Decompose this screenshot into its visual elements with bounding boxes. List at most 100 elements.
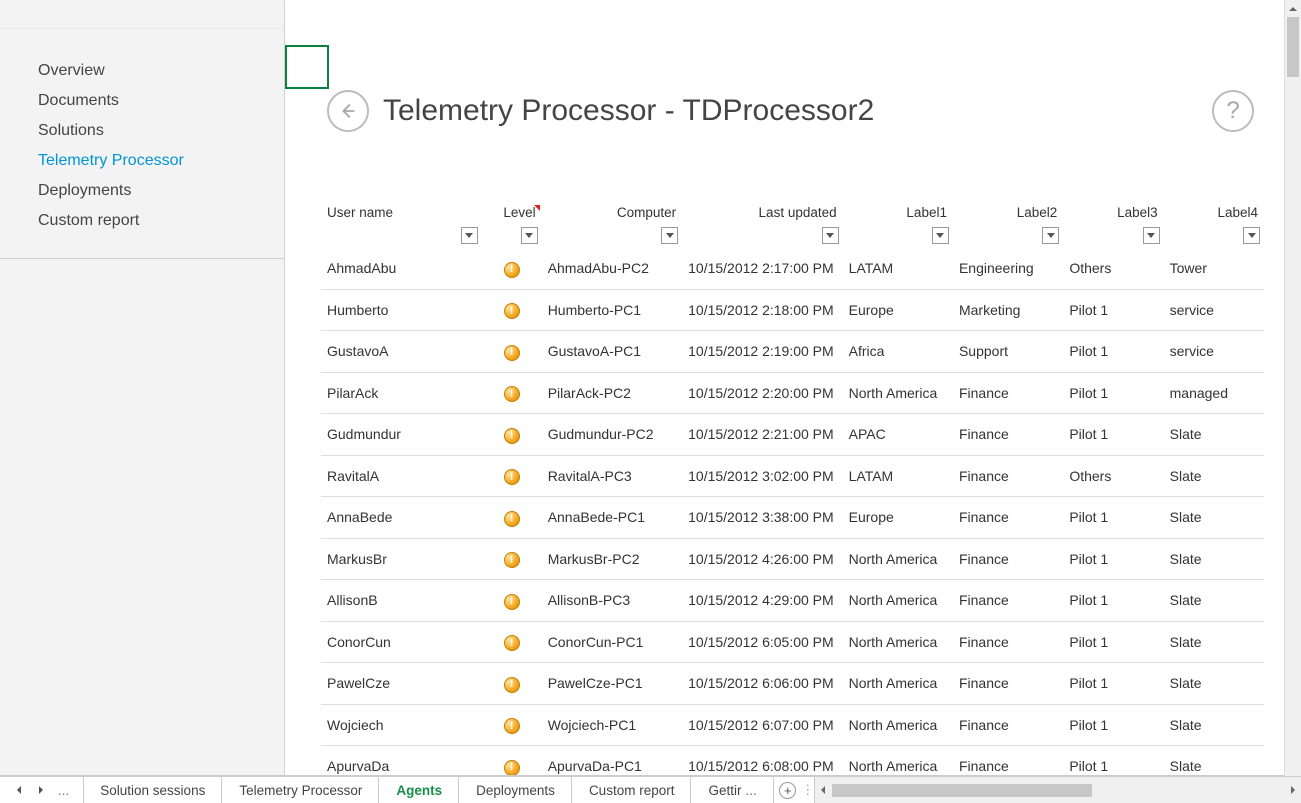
table-row[interactable]: ConorCunConorCun-PC110/15/2012 6:05:00 P…: [321, 621, 1264, 663]
sheet-tab-agents[interactable]: Agents: [379, 776, 459, 803]
cell-label3: Pilot 1: [1063, 621, 1163, 663]
cell-label1: North America: [843, 538, 953, 580]
help-button[interactable]: ?: [1212, 90, 1254, 132]
outer-scrollbar-thumb[interactable]: [1287, 17, 1299, 77]
col-header-computer: Computer: [542, 205, 682, 248]
table-row[interactable]: RavitalARavitalA-PC310/15/2012 3:02:00 P…: [321, 455, 1264, 497]
warning-icon: [504, 677, 520, 693]
col-header-username-label: User name: [327, 205, 393, 220]
cell-level: [482, 746, 542, 776]
hscroll-right-button[interactable]: [1284, 777, 1301, 803]
data-table-wrap: User name Level Computer Last updated La…: [321, 205, 1264, 775]
cell-level: [482, 663, 542, 705]
content-pane: Telemetry Processor - TDProcessor2 ?: [285, 0, 1301, 775]
tab-nav-controls: ...: [0, 777, 83, 803]
warning-icon: [504, 469, 520, 485]
cell-level: [482, 704, 542, 746]
cell-label2: Finance: [953, 621, 1063, 663]
table-row[interactable]: AnnaBedeAnnaBede-PC110/15/2012 3:38:00 P…: [321, 497, 1264, 539]
cell-label4: Slate: [1164, 497, 1264, 539]
sidebar: OverviewDocumentsSolutionsTelemetry Proc…: [0, 0, 285, 775]
sidebar-item-overview[interactable]: Overview: [0, 56, 284, 86]
cell-username: ApurvaDa: [321, 746, 482, 776]
main-area: OverviewDocumentsSolutionsTelemetry Proc…: [0, 0, 1301, 776]
cell-last-updated: 10/15/2012 2:20:00 PM: [682, 372, 843, 414]
cell-computer: ConorCun-PC1: [542, 621, 682, 663]
hscroll-thumb[interactable]: [832, 784, 1092, 797]
cell-computer: AhmadAbu-PC2: [542, 248, 682, 289]
cell-last-updated: 10/15/2012 6:08:00 PM: [682, 746, 843, 776]
selected-cell-outline[interactable]: [285, 45, 329, 89]
cell-label3: Pilot 1: [1063, 704, 1163, 746]
sidebar-item-custom-report[interactable]: Custom report: [0, 206, 284, 236]
cell-label2: Finance: [953, 538, 1063, 580]
hscroll-left-button[interactable]: [815, 777, 832, 803]
cell-label1: North America: [843, 704, 953, 746]
cell-label4: service: [1164, 331, 1264, 373]
warning-icon: [504, 428, 520, 444]
col-header-label4-label: Label4: [1217, 205, 1258, 220]
horizontal-scrollbar[interactable]: [814, 777, 1301, 803]
filter-button-label3[interactable]: [1143, 227, 1160, 244]
sidebar-item-solutions[interactable]: Solutions: [0, 116, 284, 146]
hscroll-track[interactable]: [832, 784, 1284, 797]
cell-last-updated: 10/15/2012 6:05:00 PM: [682, 621, 843, 663]
table-row[interactable]: GustavoAGustavoA-PC110/15/2012 2:19:00 P…: [321, 331, 1264, 373]
outer-vertical-scrollbar[interactable]: [1284, 0, 1301, 776]
sheet-tab-deployments[interactable]: Deployments: [459, 777, 572, 803]
tab-nav-more[interactable]: ...: [52, 783, 75, 798]
table-row[interactable]: GudmundurGudmundur-PC210/15/2012 2:21:00…: [321, 414, 1264, 456]
warning-icon: [504, 345, 520, 361]
cell-label2: Engineering: [953, 248, 1063, 289]
cell-last-updated: 10/15/2012 6:07:00 PM: [682, 704, 843, 746]
warning-icon: [504, 594, 520, 610]
cell-label2: Finance: [953, 414, 1063, 456]
cell-label3: Pilot 1: [1063, 663, 1163, 705]
app-root: OverviewDocumentsSolutionsTelemetry Proc…: [0, 0, 1301, 803]
sheet-tab-gettir[interactable]: Gettir...: [691, 777, 773, 803]
cell-last-updated: 10/15/2012 3:38:00 PM: [682, 497, 843, 539]
sidebar-item-telemetry-processor[interactable]: Telemetry Processor: [0, 146, 284, 176]
cell-username: MarkusBr: [321, 538, 482, 580]
tab-nav-prev[interactable]: [8, 777, 30, 803]
table-row[interactable]: ApurvaDaApurvaDa-PC110/15/2012 6:08:00 P…: [321, 746, 1264, 776]
sheet-tab-telemetry-processor[interactable]: Telemetry Processor: [222, 777, 379, 803]
cell-last-updated: 10/15/2012 2:19:00 PM: [682, 331, 843, 373]
col-header-label3-label: Label3: [1117, 205, 1158, 220]
table-row[interactable]: MarkusBrMarkusBr-PC210/15/2012 4:26:00 P…: [321, 538, 1264, 580]
table-row[interactable]: HumbertoHumberto-PC110/15/2012 2:18:00 P…: [321, 289, 1264, 331]
filter-button-label2[interactable]: [1042, 227, 1059, 244]
filter-button-level[interactable]: [521, 227, 538, 244]
cell-level: [482, 372, 542, 414]
cell-label1: North America: [843, 663, 953, 705]
content-body: Telemetry Processor - TDProcessor2 ?: [285, 0, 1284, 775]
filter-button-computer[interactable]: [661, 227, 678, 244]
table-row[interactable]: AhmadAbuAhmadAbu-PC210/15/2012 2:17:00 P…: [321, 248, 1264, 289]
cell-label3: Pilot 1: [1063, 497, 1163, 539]
back-button[interactable]: [327, 90, 369, 132]
filter-button-label4[interactable]: [1243, 227, 1260, 244]
table-row[interactable]: PilarAckPilarAck-PC210/15/2012 2:20:00 P…: [321, 372, 1264, 414]
warning-icon: [504, 760, 520, 776]
table-row[interactable]: PawelCzePawelCze-PC110/15/2012 6:06:00 P…: [321, 663, 1264, 705]
table-row[interactable]: AllisonBAllisonB-PC310/15/2012 4:29:00 P…: [321, 580, 1264, 622]
add-sheet-button[interactable]: +: [774, 777, 802, 803]
filter-button-label1[interactable]: [932, 227, 949, 244]
cell-computer: PilarAck-PC2: [542, 372, 682, 414]
table-row[interactable]: WojciechWojciech-PC110/15/2012 6:07:00 P…: [321, 704, 1264, 746]
cell-label3: Others: [1063, 455, 1163, 497]
sheet-tab-custom-report[interactable]: Custom report: [572, 777, 692, 803]
outer-scroll-up-button[interactable]: [1285, 0, 1301, 17]
cell-label2: Support: [953, 331, 1063, 373]
warning-icon: [504, 303, 520, 319]
cell-label2: Finance: [953, 746, 1063, 776]
cell-level: [482, 289, 542, 331]
sidebar-item-documents[interactable]: Documents: [0, 86, 284, 116]
col-header-label3: Label3: [1063, 205, 1163, 248]
comment-indicator-icon: [532, 205, 540, 211]
sidebar-item-deployments[interactable]: Deployments: [0, 176, 284, 206]
filter-button-last-updated[interactable]: [822, 227, 839, 244]
sheet-tab-solution-sessions[interactable]: Solution sessions: [83, 777, 222, 803]
filter-button-username[interactable]: [461, 227, 478, 244]
tab-nav-next[interactable]: [30, 777, 52, 803]
